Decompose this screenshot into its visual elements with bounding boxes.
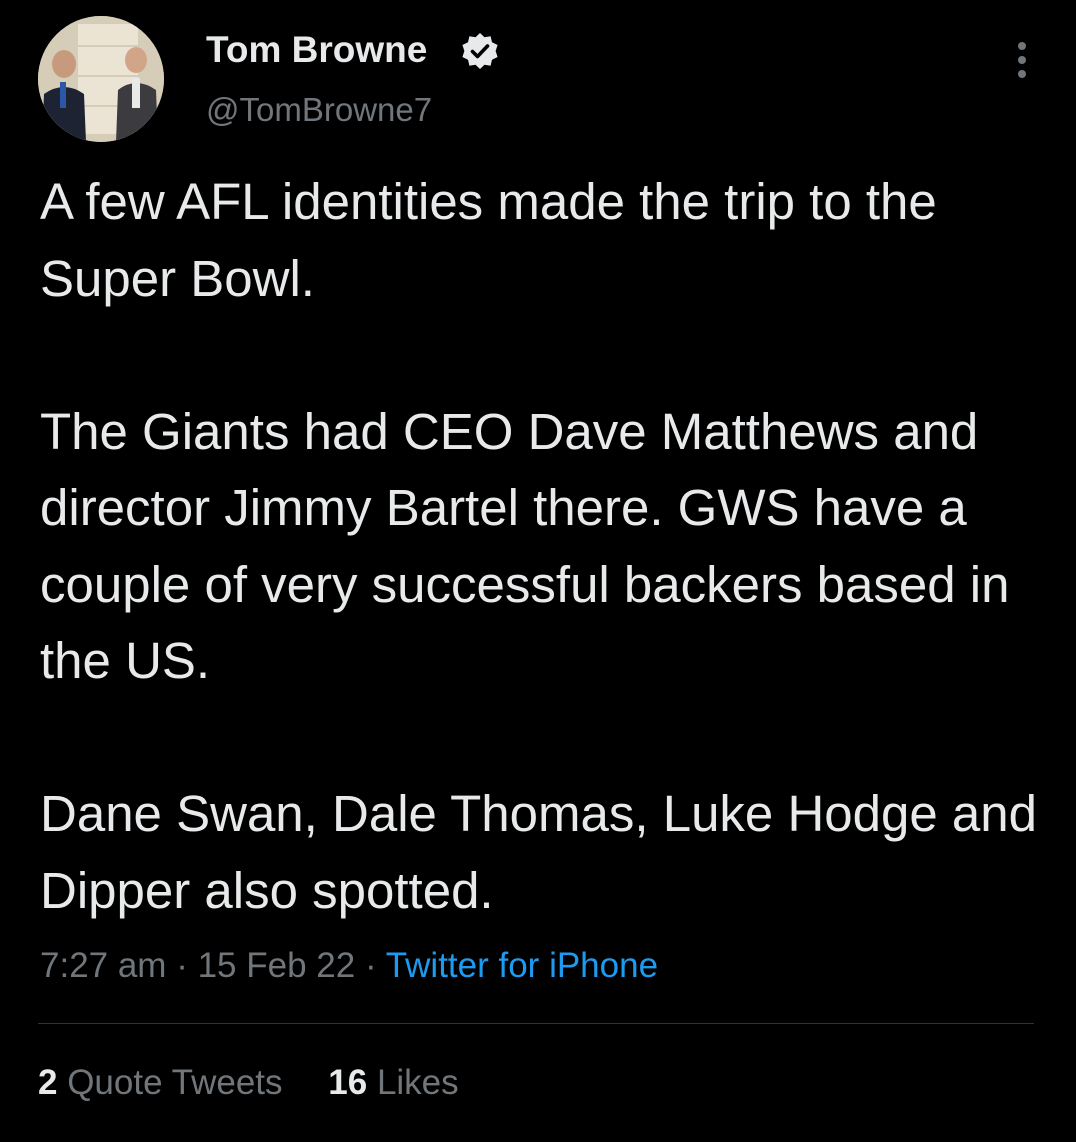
- avatar[interactable]: [38, 16, 164, 142]
- quote-tweets-stat[interactable]: 2 Quote Tweets: [38, 1063, 283, 1102]
- author-display-name[interactable]: Tom Browne: [206, 28, 427, 72]
- likes-stat[interactable]: 16 Likes: [328, 1063, 458, 1102]
- divider: [38, 1023, 1034, 1024]
- quote-tweets-label: Quote Tweets: [67, 1063, 283, 1102]
- tweet-source-link[interactable]: Twitter for iPhone: [386, 946, 658, 985]
- quote-tweets-count: 2: [38, 1063, 58, 1102]
- tweet-stats: 2 Quote Tweets 16 Likes: [38, 1061, 459, 1105]
- tweet-time[interactable]: 7:27 am: [40, 946, 166, 985]
- likes-label: Likes: [376, 1063, 459, 1102]
- tweet-meta: 7:27 am · 15 Feb 22 · Twitter for iPhone: [40, 944, 658, 988]
- more-options-icon[interactable]: [1010, 40, 1034, 80]
- verified-badge-icon: [462, 33, 498, 69]
- meta-separator: ·: [364, 946, 377, 985]
- tweet-date[interactable]: 15 Feb 22: [198, 946, 356, 985]
- author-handle[interactable]: @TomBrowne7: [206, 88, 432, 132]
- meta-separator: ·: [176, 946, 188, 985]
- tweet-text: A few AFL identities made the trip to th…: [40, 173, 1038, 919]
- likes-count: 16: [328, 1063, 368, 1102]
